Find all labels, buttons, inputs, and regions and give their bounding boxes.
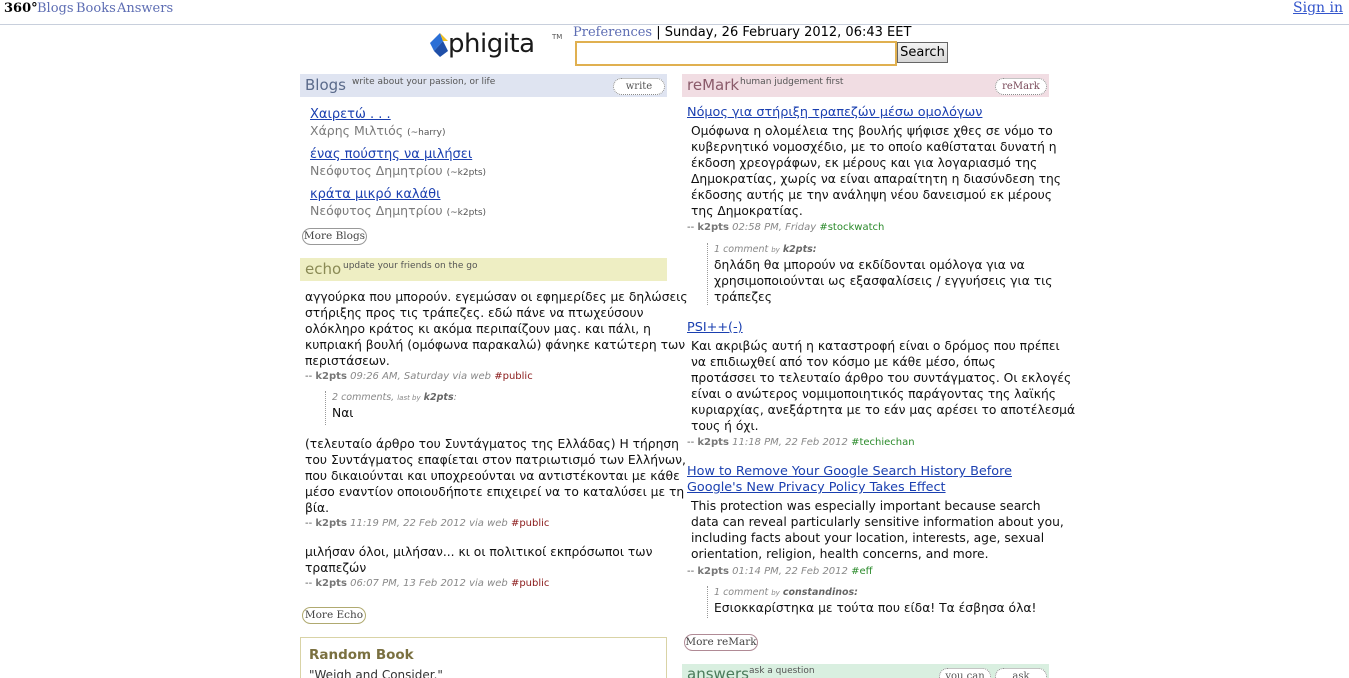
- blog-item: κράτα μικρό καλάθι Νεόφυτος Δημητρίου (~…: [310, 187, 486, 221]
- echo-post-meta: -- k2pts 11:19 PM, 22 Feb 2012 via web #…: [305, 518, 550, 529]
- remark-item-text: Ομόφωνα η ολομέλεια της βουλής ψήφισε χθ…: [691, 124, 1061, 218]
- blog-item-author[interactable]: Νεόφυτος Δημητρίου: [310, 203, 443, 218]
- current-date: Sunday, 26 February 2012, 06:43 EET: [664, 25, 912, 40]
- ask-button[interactable]: ask: [995, 668, 1047, 678]
- hashtag-link[interactable]: #stockwatch: [819, 222, 884, 233]
- more-blogs-button[interactable]: More Blogs: [302, 228, 367, 245]
- blog-item-handle: (~k2pts): [446, 208, 487, 218]
- blogs-title[interactable]: Blogs: [305, 76, 346, 94]
- remark-header: reMark human judgement first reMark: [682, 74, 1049, 97]
- hashtag-link[interactable]: #public: [494, 371, 532, 382]
- remark-comments: 1 comment by k2pts: δηλάδη θα μπορούν να…: [707, 243, 1053, 305]
- logo-trademark: TM: [552, 33, 563, 41]
- nav-answers[interactable]: Answers: [117, 1, 173, 16]
- more-remark-button[interactable]: More reMark: [684, 634, 758, 651]
- header-separator: |: [656, 25, 661, 40]
- echo-title[interactable]: echo: [305, 260, 341, 278]
- echo-tagline: update your friends on the go: [343, 261, 478, 271]
- hashtag-link[interactable]: #techiechan: [851, 437, 915, 448]
- blog-item-author[interactable]: Χάρης Μιλτιός: [310, 123, 403, 138]
- blog-item-title[interactable]: κράτα μικρό καλάθι: [310, 187, 486, 203]
- nav-blogs[interactable]: Blogs: [37, 1, 74, 16]
- random-book-box: Random Book "Weigh and Consider.": [300, 637, 667, 678]
- echo-post-meta: -- k2pts 09:26 AM, Saturday via web #pub…: [305, 371, 533, 382]
- echo-post-text: μιλήσαν όλοι, μιλήσαν... κι οι πολιτικοί…: [305, 545, 653, 575]
- answers-tagline: ask a question: [749, 666, 815, 676]
- nav-books[interactable]: Books: [76, 1, 116, 16]
- logo-wordmark: phigita: [448, 29, 535, 59]
- comments-count[interactable]: 2 comments,: [332, 392, 394, 403]
- echo-header: echo update your friends on the go: [300, 258, 667, 281]
- remark-title[interactable]: reMark: [687, 76, 739, 94]
- comment-text: Εσιοκκαρίστηκα με τούτα που είδα! Τα έσβ…: [714, 601, 1037, 615]
- remark-item-meta: -- k2pts 02:58 PM, Friday #stockwatch: [687, 222, 885, 233]
- remark-button[interactable]: reMark: [995, 78, 1047, 95]
- search-button[interactable]: Search: [897, 42, 948, 63]
- blog-item-title[interactable]: ένας πούστης να μιλήσει: [310, 147, 486, 163]
- blogs-header: Blogs write about your passion, or life …: [300, 74, 667, 97]
- echo-post-text: αγγούρκα που μπορούν. εγεμώσαν οι εφημερ…: [305, 290, 688, 368]
- comment-text: Ναι: [332, 406, 354, 420]
- random-book-title: Random Book: [309, 647, 414, 663]
- hashtag-link[interactable]: #eff: [851, 566, 872, 577]
- remark-item-text: This protection was especially important…: [691, 499, 1064, 561]
- brand-360[interactable]: 360°: [4, 1, 38, 16]
- remark-item-title[interactable]: How to Remove Your Google Search History…: [687, 464, 1012, 480]
- comments-count[interactable]: 1 comment: [714, 244, 768, 255]
- remark-item-user[interactable]: k2pts: [697, 437, 729, 448]
- blog-item-author[interactable]: Νεόφυτος Δημητρίου: [310, 163, 443, 178]
- blog-item-handle: (~k2pts): [446, 168, 487, 178]
- echo-post-user[interactable]: k2pts: [315, 371, 347, 382]
- remark-item-meta: -- k2pts 01:14 PM, 22 Feb 2012 #eff: [687, 566, 873, 577]
- blog-item: Χαιρετώ . . . Χάρης Μιλτιός (~harry): [310, 107, 445, 141]
- write-button[interactable]: write: [613, 78, 665, 95]
- answers-action-button[interactable]: you can: [939, 668, 991, 678]
- top-bar: 360° Blogs Books Answers Sign in: [0, 0, 1349, 25]
- more-echo-button[interactable]: More Echo: [302, 607, 366, 624]
- comments-count[interactable]: 1 comment: [714, 587, 768, 598]
- blog-item: ένας πούστης να μιλήσει Νεόφυτος Δημητρί…: [310, 147, 486, 181]
- echo-post-user[interactable]: k2pts: [315, 518, 347, 529]
- remark-item-meta: -- k2pts 11:18 PM, 22 Feb 2012 #techiech…: [687, 437, 915, 448]
- echo-post-meta: -- k2pts 06:07 PM, 13 Feb 2012 via web #…: [305, 578, 550, 589]
- blog-item-title[interactable]: Χαιρετώ . . .: [310, 107, 445, 123]
- answers-header: answers ask a question you can ask: [682, 664, 1049, 678]
- remark-tagline: human judgement first: [740, 77, 844, 87]
- search-input[interactable]: [575, 41, 897, 66]
- remark-comments: 1 comment by constandinos: Εσιοκκαρίστηκ…: [707, 586, 1036, 618]
- remark-item-title[interactable]: Νόμος για στήριξη τραπεζών μέσω ομολόγων: [687, 105, 982, 121]
- phigita-logo[interactable]: phigita TM: [428, 27, 568, 67]
- echo-post-user[interactable]: k2pts: [315, 578, 347, 589]
- remark-item-title-cont[interactable]: Google's New Privacy Policy Takes Effect: [687, 480, 946, 496]
- preferences-link[interactable]: Preferences: [573, 25, 652, 40]
- remark-item-user[interactable]: k2pts: [697, 566, 729, 577]
- remark-item-text: Και ακριβώς αυτή η καταστροφή είναι ο δρ…: [691, 339, 1076, 433]
- hashtag-link[interactable]: #public: [511, 518, 549, 529]
- blog-item-handle: (~harry): [407, 128, 446, 138]
- remark-item-title[interactable]: PSI++(-): [687, 320, 743, 336]
- header-info-line: Preferences | Sunday, 26 February 2012, …: [573, 25, 911, 40]
- echo-post-text: (τελευταίο άρθρο του Συντάγματος της Ελλ…: [305, 437, 686, 515]
- comment-text: δηλάδη θα μπορούν να εκδίδονται ομόλογα …: [714, 258, 1053, 304]
- remark-item-user[interactable]: k2pts: [697, 222, 729, 233]
- random-book-quote[interactable]: "Weigh and Consider.": [309, 668, 443, 678]
- sign-in-link[interactable]: Sign in: [1293, 0, 1343, 16]
- blogs-tagline: write about your passion, or life: [352, 77, 496, 87]
- answers-title[interactable]: answers: [687, 665, 749, 678]
- echo-comments: 2 comments, last by k2pts: Ναι: [325, 391, 457, 425]
- hashtag-link[interactable]: #public: [511, 578, 549, 589]
